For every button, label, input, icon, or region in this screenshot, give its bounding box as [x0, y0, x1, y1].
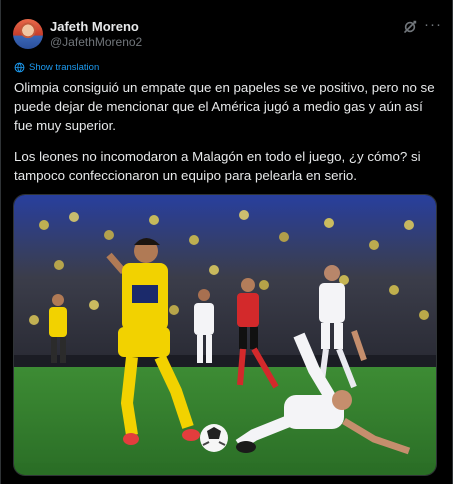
show-translation-label: Show translation	[29, 62, 100, 73]
soccer-ball	[200, 424, 228, 452]
tweet-card[interactable]: Jafeth Moreno @JafethMoreno2 ··· Show tr…	[0, 0, 453, 484]
more-icon[interactable]: ···	[423, 16, 443, 34]
football-match-photo	[14, 195, 436, 475]
translate-icon	[14, 62, 25, 73]
avatar[interactable]	[13, 19, 43, 49]
author-display-name[interactable]: Jafeth Moreno	[50, 19, 139, 34]
grok-icon[interactable]	[402, 19, 418, 35]
tweet-text-paragraph-2: Los leones no incomodaron a Malagón en t…	[14, 149, 421, 183]
author-handle[interactable]: @JafethMoreno2	[50, 35, 142, 49]
show-translation-link[interactable]: Show translation	[14, 62, 99, 73]
tweet-text-paragraph-1: Olimpia consiguió un empate que en papel…	[14, 80, 435, 133]
tweet-photo[interactable]	[13, 194, 437, 476]
